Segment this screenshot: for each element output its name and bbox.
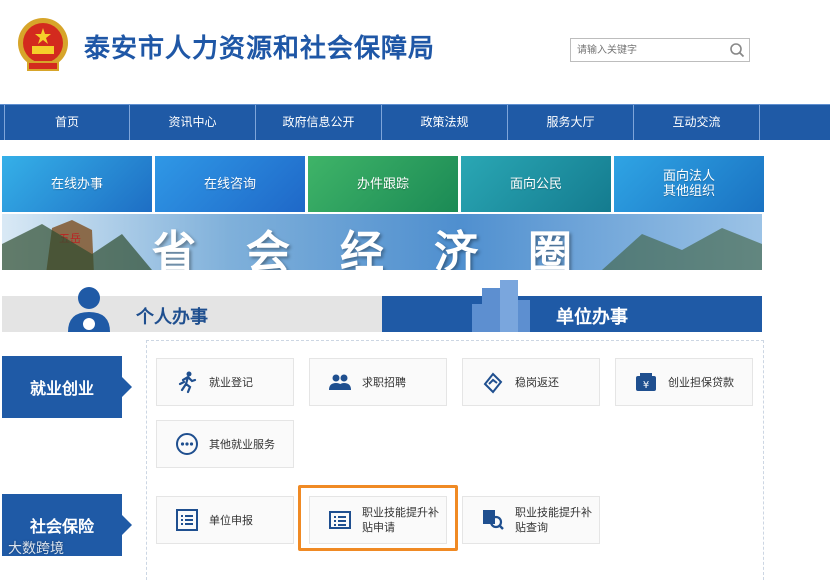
tab-label: 单位办事 [556,307,628,328]
service-job-stabilization-refund[interactable]: 稳岗返还 [462,358,600,406]
service-label: 单位申报 [209,513,253,527]
tab-label: 个人办事 [136,307,208,328]
wallet-icon: ¥ [636,373,656,391]
tab-company-services[interactable]: 单位办事 [382,280,762,332]
service-unit-declaration[interactable]: 单位申报 [156,496,294,544]
search-icon[interactable] [729,42,745,58]
main-nav: 首页 资讯中心 政府信息公开 政策法规 服务大厅 互动交流 [0,104,830,140]
people-icon [329,374,351,390]
banner: 五岳 省会经济圈 [2,214,762,270]
tile-label: 在线咨询 [203,176,256,192]
refund-icon [483,372,503,394]
service-label: 创业担保贷款 [668,375,734,389]
building-icon [472,280,530,332]
tile-online-consult[interactable]: 在线咨询 [155,156,305,212]
nav-news[interactable]: 资讯中心 [130,105,256,140]
watermark: 大数跨境 [8,541,64,557]
nav-policy[interactable]: 政策法规 [382,105,508,140]
nav-interaction[interactable]: 互动交流 [634,105,760,140]
site-header: 泰安市人力资源和社会保障局 [0,0,830,104]
tile-label: 面向公民 [509,176,562,192]
service-label: 职业技能提升补贴申请 [362,506,439,534]
tab-personal-services[interactable]: 个人办事 [2,287,382,332]
quick-tiles: 在线办事 在线咨询 办件跟踪 面向公民 面向法人 其他组织 [2,156,764,212]
tile-for-citizens[interactable]: 面向公民 [461,156,611,212]
banner-slogan: 省会经济圈 [152,227,622,270]
service-label: 稳岗返还 [515,375,559,389]
section-label-text: 就业创业 [29,379,94,398]
nav-gov-info[interactable]: 政府信息公开 [256,105,382,140]
svg-text:¥: ¥ [643,380,649,391]
section-label-employment: 就业创业 [2,356,132,418]
service-startup-loan[interactable]: ¥ 创业担保贷款 [615,358,753,406]
service-label: 其他就业服务 [209,437,275,451]
site-title: 泰安市人力资源和社会保障局 [84,34,436,64]
tile-for-legal-entities[interactable]: 面向法人 其他组织 [614,156,764,212]
person-icon [68,287,110,332]
national-emblem-icon [18,18,68,71]
service-skill-subsidy-query[interactable]: 职业技能提升补贴查询 [462,496,600,544]
service-label: 就业登记 [209,375,253,389]
tile-label: 在线办事 [50,176,103,192]
tile-label: 面向法人 其他组织 [662,169,715,199]
service-employment-registration[interactable]: 就业登记 [156,358,294,406]
section-label-text: 社会保险 [29,517,94,536]
more-icon [176,433,198,455]
runner-icon [178,371,197,394]
form-icon [329,511,351,529]
service-label: 求职招聘 [362,375,406,389]
search-input[interactable] [571,39,721,61]
service-label: 职业技能提升补贴查询 [515,506,592,534]
nav-home[interactable]: 首页 [4,105,130,140]
tile-case-tracking[interactable]: 办件跟踪 [308,156,458,212]
service-job-recruitment[interactable]: 求职招聘 [309,358,447,406]
search-box [570,38,750,62]
service-skill-subsidy-apply[interactable]: 职业技能提升补贴申请 [309,496,447,544]
service-other-employment[interactable]: 其他就业服务 [156,420,294,468]
nav-service-hall[interactable]: 服务大厅 [508,105,634,140]
list-icon [176,509,198,531]
tile-label: 办件跟踪 [356,176,409,192]
tile-online-service[interactable]: 在线办事 [2,156,152,212]
search-document-icon [483,510,504,530]
